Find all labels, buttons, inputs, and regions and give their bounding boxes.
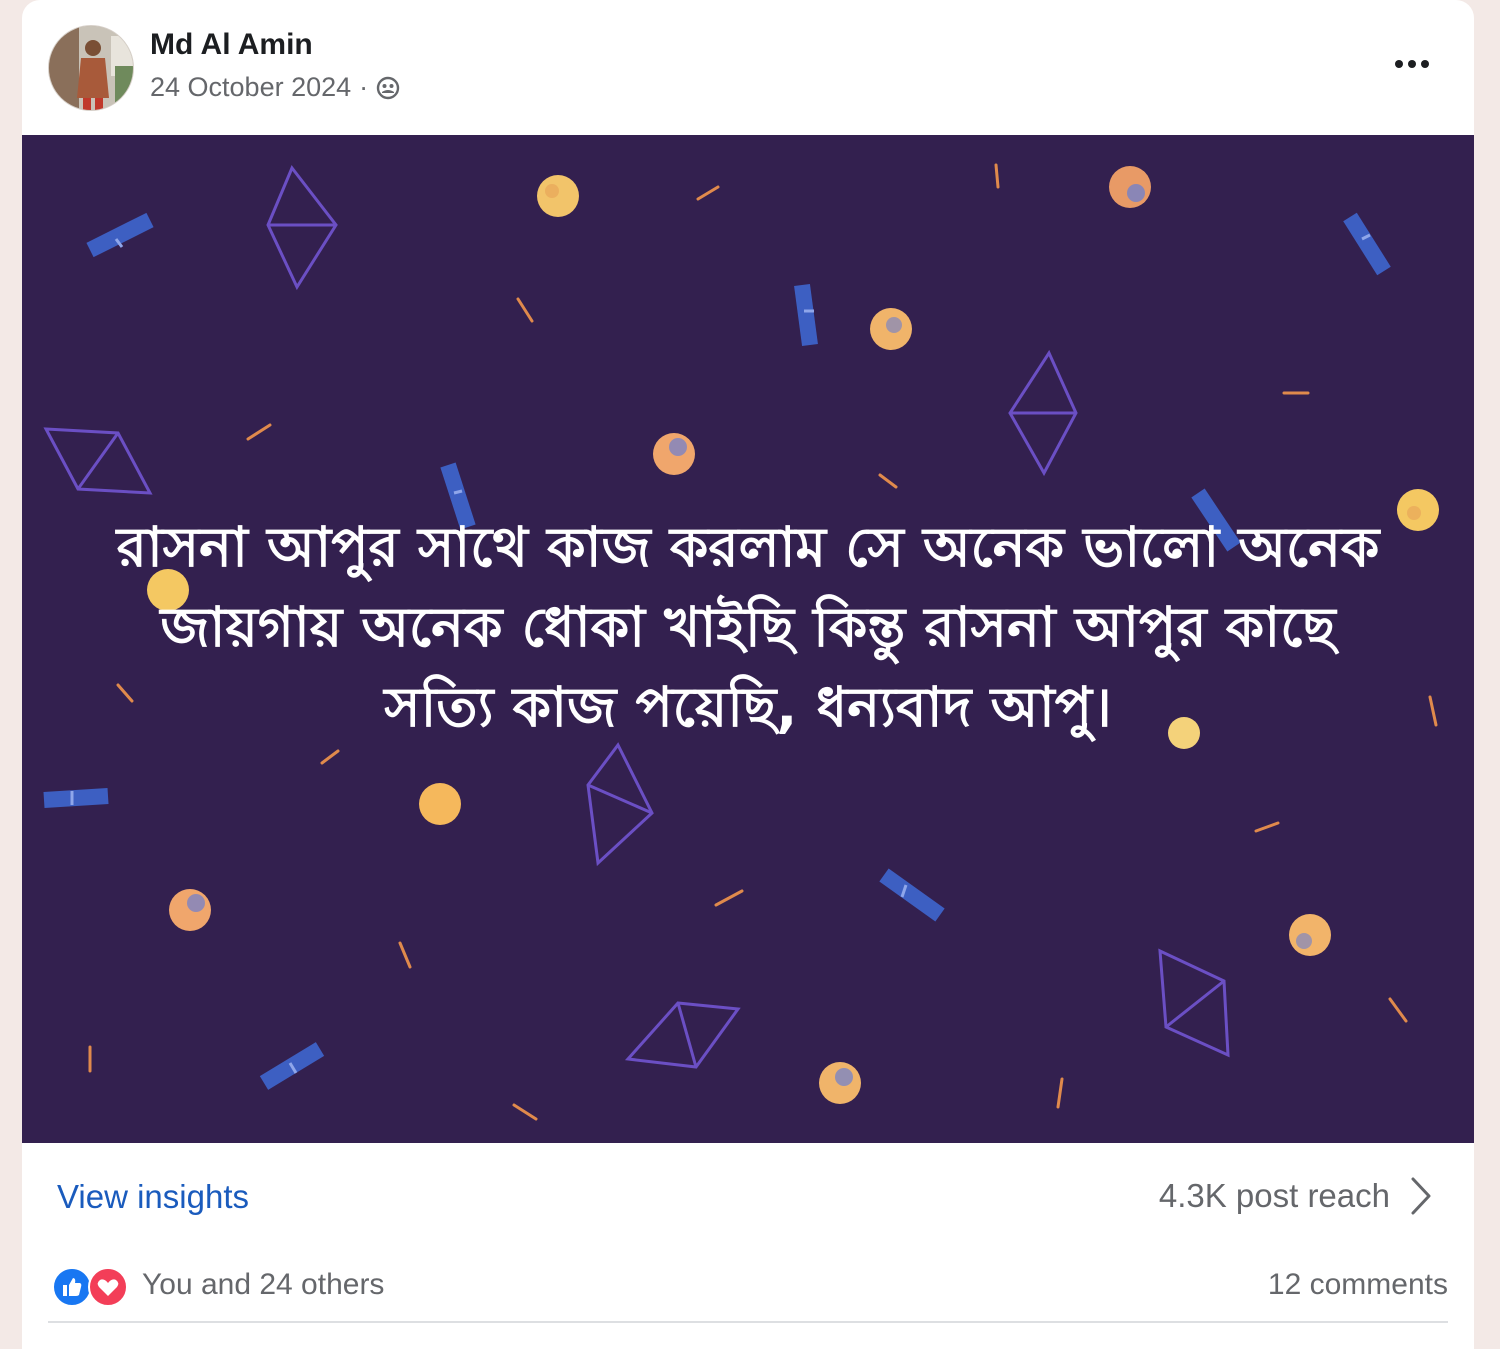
reaction-icons[interactable] [52, 1267, 132, 1307]
like-icon [52, 1267, 92, 1307]
post-card: Md Al Amin 24 October 2024 · রাসনা আপুর … [22, 0, 1474, 1349]
reactions-row: You and 24 others 12 comments [22, 1248, 1474, 1323]
divider [48, 1321, 1448, 1323]
view-insights-link[interactable]: View insights [57, 1178, 249, 1216]
chevron-right-icon [1411, 1177, 1431, 1215]
post-meta: 24 October 2024 · [150, 72, 400, 103]
post-image-text: রাসনা আপুর সাথে কাজ করলাম সে অনেক ভালো অ… [116, 515, 1380, 739]
reaction-summary[interactable]: You and 24 others [142, 1268, 384, 1302]
post-reach-text: 4.3K post reach [1158, 1177, 1390, 1214]
more-options-button[interactable] [1390, 50, 1434, 78]
post-header: Md Al Amin 24 October 2024 · [22, 0, 1474, 135]
friends-icon[interactable] [376, 76, 400, 100]
love-icon [88, 1267, 128, 1307]
author-name[interactable]: Md Al Amin [150, 28, 313, 62]
post-date[interactable]: 24 October 2024 [150, 72, 351, 103]
author-avatar[interactable] [48, 25, 134, 111]
meta-separator: · [359, 72, 369, 102]
insights-row: View insights 4.3K post reach [22, 1143, 1474, 1248]
comments-count[interactable]: 12 comments [1268, 1268, 1448, 1302]
post-reach-link[interactable]: 4.3K post reach [1159, 1176, 1432, 1216]
post-image[interactable]: রাসনা আপুর সাথে কাজ করলাম সে অনেক ভালো অ… [22, 135, 1474, 1143]
more-dots-icon [1395, 60, 1429, 68]
